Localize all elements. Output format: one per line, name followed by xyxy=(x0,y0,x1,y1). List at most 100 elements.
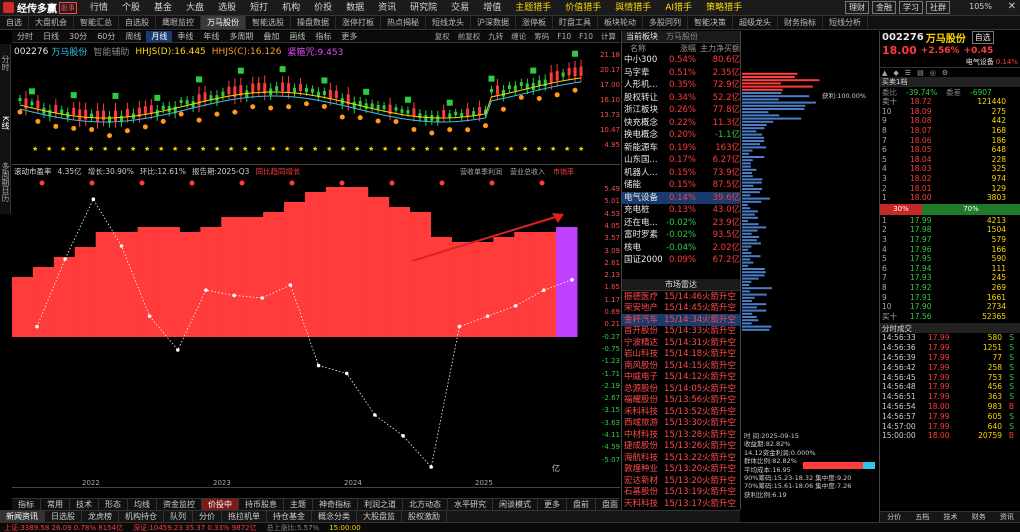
sector-tag[interactable]: 电气设备 xyxy=(966,57,994,67)
radar-row[interactable]: 天科科技 15/13:17 火箭升空 xyxy=(622,498,740,510)
order-row[interactable]: 9 18.08 442 xyxy=(880,116,1020,126)
menu-item-1[interactable]: 个股 xyxy=(115,0,147,15)
chart-tool-8[interactable]: 多周期 xyxy=(224,31,258,42)
radar-row[interactable]: 福耀股份 15/13:56 火箭升空 xyxy=(622,395,740,407)
order-row[interactable]: 1 18.00 3803 xyxy=(880,193,1020,203)
chart-right-tool-1[interactable]: 前复权 xyxy=(454,31,485,42)
right-button-3[interactable]: 社群 xyxy=(926,1,950,14)
sector-row[interactable]: 富时罗素 -0.02% 93.5亿 xyxy=(622,229,740,242)
chart-icon[interactable]: ▤ xyxy=(917,69,924,77)
chart-tool-0[interactable]: 分时 xyxy=(12,31,38,42)
chart-tool-5[interactable]: 月线 xyxy=(146,31,173,42)
order-row[interactable]: 10 18.09 275 xyxy=(880,107,1020,117)
trades-header[interactable]: 分时成交 xyxy=(880,323,1020,334)
order-row[interactable]: 9 17.91 1661 xyxy=(880,292,1020,302)
order-row[interactable]: 6 18.05 648 xyxy=(880,145,1020,155)
radar-row[interactable]: 振德医疗 15/14:46 火箭升空 xyxy=(622,291,740,303)
chart-right-tool-2[interactable]: 九转 xyxy=(484,31,507,42)
toolbar-tab-12[interactable]: 涨停板 xyxy=(516,16,553,29)
toolbar-tab-18[interactable]: 财务指标 xyxy=(778,16,823,29)
order-row[interactable]: 5 17.95 590 xyxy=(880,254,1020,264)
order-row[interactable]: 4 18.03 325 xyxy=(880,164,1020,174)
sector-row[interactable]: 机器人... 0.15% 73.9亿 xyxy=(622,167,740,180)
toolbar-tab-9[interactable]: 热点揭秘 xyxy=(381,16,426,29)
toolbar-tab-5[interactable]: 万马股份 xyxy=(201,16,246,29)
sector-row[interactable]: 国证2000 0.09% 67.2亿 xyxy=(622,254,740,267)
chart-tool-1[interactable]: 日线 xyxy=(38,31,64,42)
sector-row[interactable]: 核电 -0.04% 2.02亿 xyxy=(622,242,740,255)
radar-row[interactable]: 总源股份 15/14:05 火箭升空 xyxy=(622,383,740,395)
radar-row[interactable]: 海航科技 15/13:22 火箭升空 xyxy=(622,452,740,464)
sector-header-stock[interactable]: 万马股份 xyxy=(662,31,702,42)
indicator-tab-1[interactable]: 常用 xyxy=(41,499,70,510)
order-row[interactable]: 6 17.94 111 xyxy=(880,264,1020,274)
toolbar-tab-10[interactable]: 短线龙头 xyxy=(426,16,471,29)
info-tab-10[interactable]: 股权激励 xyxy=(402,511,447,522)
chart-right-tool-7[interactable]: 计算 xyxy=(597,31,620,42)
menu-item-16[interactable]: AI猎手 xyxy=(658,0,699,15)
chart-right-tool-6[interactable]: F10 xyxy=(575,31,597,42)
toolbar-tab-2[interactable]: 智能汇总 xyxy=(74,16,119,29)
chart-right-tool-4[interactable]: 筹码 xyxy=(530,31,553,42)
order-row[interactable]: 3 17.97 579 xyxy=(880,235,1020,245)
menu-item-15[interactable]: 與情猎手 xyxy=(608,0,658,15)
indicator-tab-active[interactable]: 价投中 xyxy=(202,499,239,510)
sector-row[interactable]: 还在电... -0.02% 23.9亿 xyxy=(622,217,740,230)
chart-tool-4[interactable]: 周线 xyxy=(120,31,146,42)
sector-row[interactable]: 人形机... 0.35% 72.9亿 xyxy=(622,79,740,92)
indicator-tab-2[interactable]: 技术 xyxy=(70,499,99,510)
quote-tab-2[interactable]: 技术 xyxy=(936,512,964,522)
menu-item-5[interactable]: 短打 xyxy=(243,0,275,15)
radar-row[interactable]: 中材科技 15/13:28 火箭升空 xyxy=(622,429,740,441)
order-row[interactable]: 2 17.98 1504 xyxy=(880,225,1020,235)
chart-right-tool-5[interactable]: F10 xyxy=(553,31,575,42)
menu-item-6[interactable]: 机构 xyxy=(275,0,307,15)
menu-item-11[interactable]: 交易 xyxy=(444,0,476,15)
close-icon[interactable]: ✕ xyxy=(1008,1,1016,12)
indicator-tab-15[interactable]: 盘面 xyxy=(596,499,620,510)
kline-chart[interactable]: 002276 万马股份 智能辅助 HHJS(D):16.445 HHJS(C):… xyxy=(12,43,620,165)
vtab-kline[interactable]: K线 xyxy=(0,108,10,138)
menu-item-4[interactable]: 选股 xyxy=(211,0,243,15)
toolbar-tab-15[interactable]: 多股同列 xyxy=(643,16,688,29)
info-tab-7[interactable]: 持仓基金 xyxy=(267,511,312,522)
menu-item-10[interactable]: 研究院 xyxy=(403,0,444,15)
sector-row[interactable]: 马字辈 0.51% 2.35亿 xyxy=(622,67,740,80)
notify-icon[interactable]: ◎ xyxy=(930,69,936,77)
compare-icon[interactable]: ☰ xyxy=(905,69,911,77)
order-row[interactable]: 8 17.92 269 xyxy=(880,283,1020,293)
add-watchlist-button[interactable]: 自选 xyxy=(971,31,994,44)
radar-row[interactable]: 岩山科技 15/14:18 火箭升空 xyxy=(622,349,740,361)
order-row[interactable]: 7 17.93 245 xyxy=(880,273,1020,283)
toolbar-tab-0[interactable]: 自选 xyxy=(0,16,29,29)
order-row[interactable]: 1 17.99 4213 xyxy=(880,216,1020,226)
menu-item-7[interactable]: 价投 xyxy=(307,0,339,15)
radar-row[interactable]: 西域旅游 15/13:30 火箭升空 xyxy=(622,418,740,430)
info-tab-0[interactable]: 新闻资讯 xyxy=(0,511,45,522)
menu-item-17[interactable]: 策略猎手 xyxy=(699,0,749,15)
indicator-tab-5[interactable]: 资金监控 xyxy=(157,499,202,510)
radar-row[interactable]: 石基股份 15/13:19 火箭升空 xyxy=(622,487,740,499)
info-tab-9[interactable]: 大股盘监 xyxy=(357,511,402,522)
indicator-tab-3[interactable]: 形态 xyxy=(99,499,128,510)
indicator-tab-11[interactable]: 水平研究 xyxy=(448,499,493,510)
toolbar-tab-6[interactable]: 智能选股 xyxy=(246,16,291,29)
sector-row[interactable]: 充电桩 0.13% 43.0亿 xyxy=(622,204,740,217)
indicator-tab-8[interactable]: 神奇指标 xyxy=(313,499,358,510)
order-row[interactable]: 2 18.01 129 xyxy=(880,183,1020,193)
chart-tool-3[interactable]: 60分 xyxy=(92,31,120,42)
info-tab-6[interactable]: 拖拉机单 xyxy=(222,511,267,522)
info-tab-1[interactable]: 日选股 xyxy=(45,511,82,522)
sector-row[interactable]: 储能 0.15% 87.5亿 xyxy=(622,179,740,192)
menu-item-3[interactable]: 大盘 xyxy=(179,0,211,15)
menu-item-12[interactable]: 增值 xyxy=(476,0,508,15)
toolbar-tab-8[interactable]: 涨停打板 xyxy=(336,16,381,29)
info-tab-3[interactable]: 机构持仓 xyxy=(119,511,164,522)
sector-header[interactable]: 当前板块 xyxy=(622,31,662,42)
radar-row[interactable]: 金杯汽车 15/14:34 火箭升空 xyxy=(622,314,740,326)
sector-row[interactable]: 浙江板块 0.26% 77.8亿 xyxy=(622,104,740,117)
order-row[interactable]: 10 17.90 2734 xyxy=(880,302,1020,312)
radar-row[interactable]: 首开股份 15/14:33 火箭升空 xyxy=(622,326,740,338)
menu-item-14[interactable]: 价值猎手 xyxy=(558,0,608,15)
order-row[interactable]: 买十 17.56 52365 xyxy=(880,311,1020,321)
